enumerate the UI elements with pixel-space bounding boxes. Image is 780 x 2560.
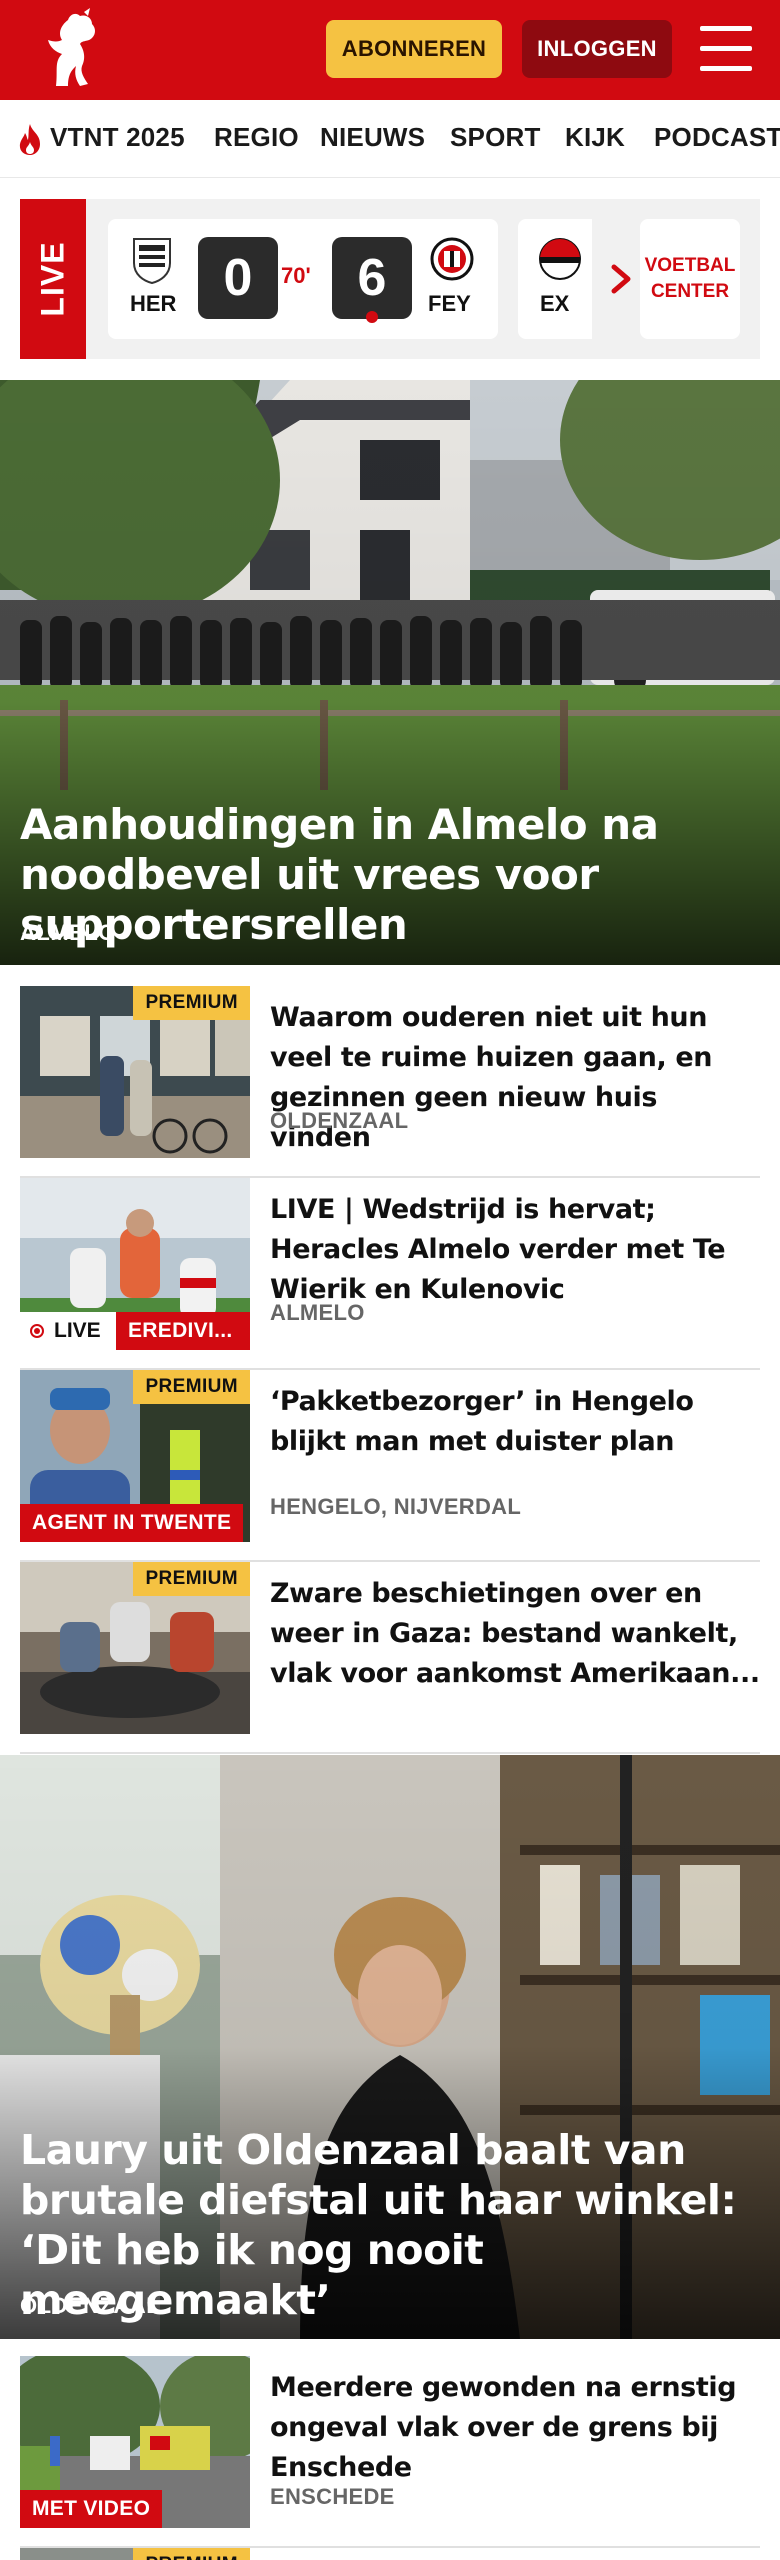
article-thumbnail: PREMIUM: [20, 986, 250, 1158]
article-title: Waarom ouderen niet uit hun veel te ruim…: [270, 1002, 713, 1153]
feyenoord-club-icon: [430, 237, 474, 281]
hero-article-2[interactable]: Laury uit Oldenzaal baalt van brutale di…: [0, 1755, 780, 2339]
category-label: EREDIVI...: [116, 1312, 250, 1350]
article-title: Zware beschietingen over en weer in Gaza…: [270, 1578, 760, 1689]
category-label: AGENT IN TWENTE: [20, 1504, 244, 1542]
article-title: LIVE | Wedstrijd is hervat; Heracles Alm…: [270, 1194, 726, 1305]
hero-title: Aanhoudingen in Almelo na noodbevel uit …: [20, 800, 659, 949]
nav-item-sport[interactable]: SPORT: [450, 122, 541, 153]
goal-indicator-dot: [366, 311, 378, 323]
live-match-card-next[interactable]: EX: [518, 219, 592, 339]
twente-horse-logo[interactable]: [36, 8, 108, 92]
list-item[interactable]: LIVE EREDIVI... LIVE | Wedstrijd is herv…: [20, 1178, 760, 1370]
live-scores-widget: LIVE HER 0 70' 6 FEY EX VOETBAL CENTER: [20, 199, 760, 359]
away-team-code: FEY: [428, 291, 471, 316]
list-item[interactable]: PREMIUM Zware beschietingen over en weer…: [20, 1562, 760, 1754]
article-title: Meerdere gewonden na ernstig ongeval vla…: [270, 2372, 737, 2483]
live-tag: LIVE: [20, 199, 86, 359]
heracles-club-icon: [133, 238, 171, 285]
list-item[interactable]: PREMIUM AGENT IN TWENTE ‘Pakketbezorger’…: [20, 1370, 760, 1562]
live-dot-icon: [30, 1324, 44, 1338]
premium-badge: PREMIUM: [133, 1562, 250, 1596]
list-item[interactable]: MET VIDEO Meerdere gewonden na ernstig o…: [20, 2356, 760, 2548]
hamburger-menu-icon[interactable]: [700, 24, 752, 74]
nav-item-vtnt[interactable]: VTNT 2025: [50, 122, 185, 153]
hero-article[interactable]: Aanhoudingen in Almelo na noodbevel uit …: [0, 380, 780, 965]
excelsior-club-icon: [539, 238, 581, 280]
match-minute: 70': [281, 263, 311, 288]
live-match-card[interactable]: HER 0 70' 6 FEY: [108, 219, 498, 339]
article-thumbnail: PREMIUM: [20, 2548, 250, 2560]
flame-icon: [19, 124, 40, 155]
home-team-code: HER: [130, 291, 177, 316]
article-location: HENGELO, NIJVERDAL: [270, 1494, 522, 1519]
list-item[interactable]: PREMIUM: [20, 2548, 760, 2560]
article-thumbnail: LIVE EREDIVI...: [20, 1178, 250, 1350]
login-button[interactable]: INLOGGEN: [522, 20, 672, 78]
article-location: ENSCHEDE: [270, 2484, 395, 2509]
hero-location-2: OLDENZAAL: [20, 2293, 161, 2318]
article-location: ALMELO: [270, 1300, 365, 1325]
category-label: MET VIDEO: [20, 2490, 163, 2528]
article-location: OLDENZAAL: [270, 1108, 409, 1133]
away-score: 6: [332, 237, 412, 319]
premium-badge: PREMIUM: [133, 2548, 250, 2560]
subscribe-button[interactable]: ABONNEREN: [326, 20, 502, 78]
hero-location: ALMELO: [20, 920, 116, 945]
article-thumbnail: PREMIUM: [20, 1562, 250, 1734]
nav-item-podcast[interactable]: PODCAST: [654, 122, 780, 153]
article-thumbnail: PREMIUM AGENT IN TWENTE: [20, 1370, 250, 1542]
main-nav: VTNT 2025 REGIO NIEUWS SPORT KIJK PODCAS…: [0, 100, 780, 178]
nav-item-kijk[interactable]: KIJK: [565, 122, 625, 153]
list-item[interactable]: PREMIUM Waarom ouderen niet uit hun veel…: [20, 986, 760, 1178]
next-team-code: EX: [540, 291, 570, 316]
premium-badge: PREMIUM: [133, 1370, 250, 1404]
top-header: ABONNEREN INLOGGEN: [0, 0, 780, 100]
home-score: 0: [198, 237, 278, 319]
nav-item-nieuws[interactable]: NIEUWS: [320, 122, 425, 153]
article-title: ‘Pakketbezorger’ in Hengelo blijkt man m…: [270, 1386, 694, 1457]
nav-item-regio[interactable]: REGIO: [214, 122, 299, 153]
voetbal-center-link[interactable]: VOETBAL CENTER: [640, 219, 740, 339]
premium-badge: PREMIUM: [133, 986, 250, 1020]
live-indicator: LIVE: [20, 1312, 116, 1350]
article-thumbnail: MET VIDEO: [20, 2356, 250, 2528]
